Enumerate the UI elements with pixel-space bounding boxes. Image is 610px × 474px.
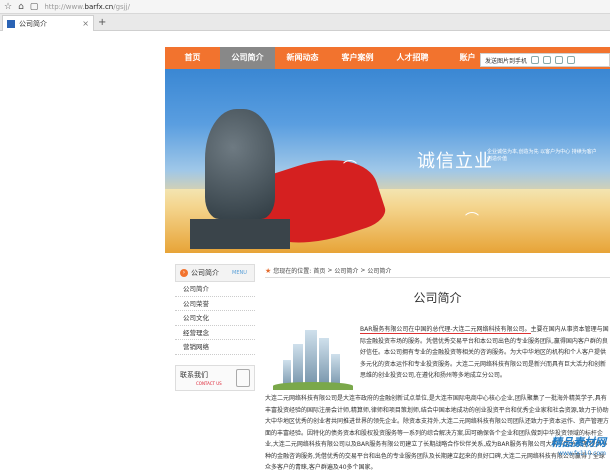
settings-icon[interactable] bbox=[567, 56, 576, 64]
download-icon[interactable] bbox=[543, 56, 552, 64]
url-domain: barfx.cn bbox=[84, 2, 114, 11]
breadcrumb-prefix: 您现在的位置: bbox=[273, 268, 312, 275]
breadcrumb-separator: > bbox=[360, 267, 366, 274]
seagull-icon: ⌒ bbox=[465, 212, 479, 228]
favorite-star-icon[interactable]: ☆ bbox=[4, 0, 12, 14]
contact-title: 联系我们 bbox=[180, 370, 208, 379]
sidebar-heading-text: 公司简介 bbox=[191, 269, 219, 277]
url-path: /gsjj/ bbox=[113, 2, 130, 11]
bullet-icon: › bbox=[180, 269, 188, 277]
breadcrumb-current: 公司简介 bbox=[367, 268, 392, 275]
stone-lion-statue bbox=[205, 109, 275, 219]
sidebar-heading: › 公司简介 MENU bbox=[175, 264, 255, 282]
browser-nav: ☆ ⌂ ▢ bbox=[0, 0, 38, 14]
menu-item-company-intro[interactable]: 公司简介 bbox=[220, 47, 275, 69]
watermark-logo-text: 精品素材网 bbox=[551, 436, 606, 449]
breadcrumb-home-link[interactable]: 首页 bbox=[313, 266, 325, 275]
new-tab-button[interactable]: + bbox=[98, 17, 106, 28]
phone-icon bbox=[236, 368, 250, 387]
home-icon[interactable]: ⌂ bbox=[18, 0, 24, 14]
sidebar-item-network[interactable]: 营销网络 bbox=[175, 340, 255, 355]
statue-base bbox=[190, 219, 290, 249]
seagull-icon: ⌒ bbox=[343, 160, 357, 176]
building-shape bbox=[305, 330, 317, 390]
banner-slogan: 诚信立业 bbox=[417, 151, 493, 172]
watermark-url: www.fx110.com bbox=[558, 450, 606, 457]
tab-title: 公司简介 bbox=[19, 19, 47, 28]
left-sidebar: › 公司简介 MENU 公司简介 公司荣誉 公司文化 经营理念 营销网络 联系我… bbox=[175, 264, 255, 391]
contact-box[interactable]: 联系我们 CONTACT US bbox=[175, 364, 255, 391]
sidebar-heading-en: MENU bbox=[232, 270, 247, 276]
send-to-phone-button[interactable]: 发送图片到手机 bbox=[485, 56, 527, 65]
contact-subtitle: CONTACT US bbox=[196, 380, 222, 386]
breadcrumb-section-link[interactable]: 公司简介 bbox=[334, 266, 358, 275]
sidebar-item-philosophy[interactable]: 经营理念 bbox=[175, 326, 255, 340]
site-header bbox=[165, 32, 610, 47]
menu-item-news[interactable]: 新闻动态 bbox=[275, 47, 330, 69]
site-favicon-icon bbox=[7, 19, 15, 28]
close-tab-icon[interactable]: × bbox=[82, 19, 89, 28]
page-title: 公司简介 bbox=[413, 291, 462, 305]
location-icon: ★ bbox=[265, 266, 272, 275]
grid-icon[interactable] bbox=[555, 56, 564, 64]
sidebar-item-honors[interactable]: 公司荣誉 bbox=[175, 297, 255, 311]
page-icon: ▢ bbox=[29, 1, 39, 12]
buildings-image bbox=[273, 328, 353, 390]
website: 首页 公司简介 新闻动态 客户案例 人才招聘 账户 发送图片到手机 诚信立业 企… bbox=[165, 32, 610, 471]
sidebar-item-intro[interactable]: 公司简介 bbox=[175, 282, 255, 297]
url-input[interactable]: http://www. barfx.cn/gsjj/ bbox=[44, 3, 130, 11]
tab-company-intro[interactable]: 公司简介 × bbox=[2, 15, 94, 31]
breadcrumb-separator: > bbox=[327, 267, 333, 274]
watermark: 精品素材网 www.fx110.com bbox=[551, 434, 606, 457]
banner-subtext: 企业诚信为本,创造为先 以客户为中心 持续为客户创造价值 bbox=[487, 149, 597, 162]
url-prefix: http://www. bbox=[44, 2, 85, 11]
hero-banner: 诚信立业 企业诚信为本,创造为先 以客户为中心 持续为客户创造价值 ⌒ ⌒ bbox=[165, 69, 610, 253]
image-toolbar: 发送图片到手机 bbox=[480, 53, 610, 67]
breadcrumb: ★ 您现在的位置: 首页 > 公司简介 > 公司简介 bbox=[265, 264, 610, 278]
menu-item-jobs[interactable]: 人才招聘 bbox=[385, 47, 440, 69]
menu-item-cases[interactable]: 客户案例 bbox=[330, 47, 385, 69]
browser-address-bar: ☆ ⌂ ▢ http://www. barfx.cn/gsjj/ bbox=[0, 0, 610, 14]
cloud-icon[interactable] bbox=[531, 56, 540, 64]
ground-shape bbox=[273, 382, 353, 390]
tab-bar: 公司简介 × + bbox=[0, 14, 610, 31]
sidebar-item-culture[interactable]: 公司文化 bbox=[175, 311, 255, 326]
intro-first-sentence: BAR服务有限公司在中国的总代理-大连二元网络科技有限公司。 bbox=[360, 326, 531, 334]
intro-paragraph-1: BAR服务有限公司在中国的总代理-大连二元网络科技有限公司。主要在国内从事资本管… bbox=[360, 324, 610, 382]
menu-item-home[interactable]: 首页 bbox=[165, 47, 220, 69]
